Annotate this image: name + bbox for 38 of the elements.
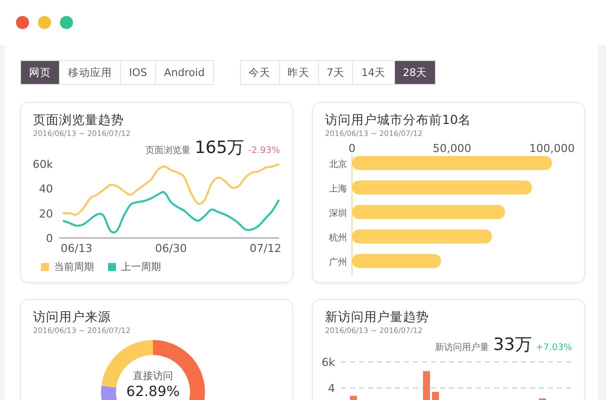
metric-label: 页面浏览量	[146, 144, 191, 158]
category-label: 北京	[329, 160, 347, 170]
tab[interactable]: 网页	[21, 61, 60, 84]
axis-label: 40	[39, 182, 53, 196]
card-title: 访问用户城市分布前10名	[325, 112, 471, 127]
legend-swatch	[41, 263, 49, 271]
axis-label: 20	[39, 207, 53, 220]
donut-center-label: 直接访问	[133, 371, 173, 382]
axis-label: 4	[328, 382, 335, 395]
category-label: 广州	[329, 258, 347, 268]
card-title: 新访问用户量趋势	[325, 309, 429, 324]
axis-label: 50,000	[432, 142, 472, 155]
legend-label: 上一周期	[121, 260, 161, 274]
change-percent: +7.03%	[536, 342, 572, 355]
category-label: 杭州	[329, 234, 347, 244]
card-title: 页面浏览量趋势	[33, 112, 124, 127]
window-control-button[interactable]	[60, 16, 73, 29]
donut-center-value: 62.89%	[126, 384, 180, 400]
axis-label: 6k	[322, 356, 335, 369]
change-percent: -2.93%	[248, 145, 280, 158]
legend-label: 当前周期	[54, 260, 94, 274]
category-label: 上海	[329, 184, 347, 194]
card-title: 访问用户来源	[33, 309, 111, 324]
category-label: 深圳	[329, 209, 347, 219]
legend-swatch	[108, 263, 116, 271]
window-control-button[interactable]	[16, 16, 29, 29]
axis-label: 0	[46, 232, 53, 245]
axis-label: 0	[348, 142, 356, 155]
axis-label: 60k	[32, 158, 53, 171]
axis-label: 07/12	[250, 242, 282, 255]
metric-value: 33万	[493, 335, 532, 355]
axis-label: 06/13	[60, 242, 92, 255]
axis-label: 100,000	[529, 142, 575, 155]
tab[interactable]: 28天	[394, 61, 436, 84]
window-control-button[interactable]	[38, 16, 51, 29]
metric-label: 新访问用户量	[435, 342, 490, 355]
metric-value: 165万	[194, 138, 244, 158]
axis-label: 06/30	[155, 242, 187, 255]
